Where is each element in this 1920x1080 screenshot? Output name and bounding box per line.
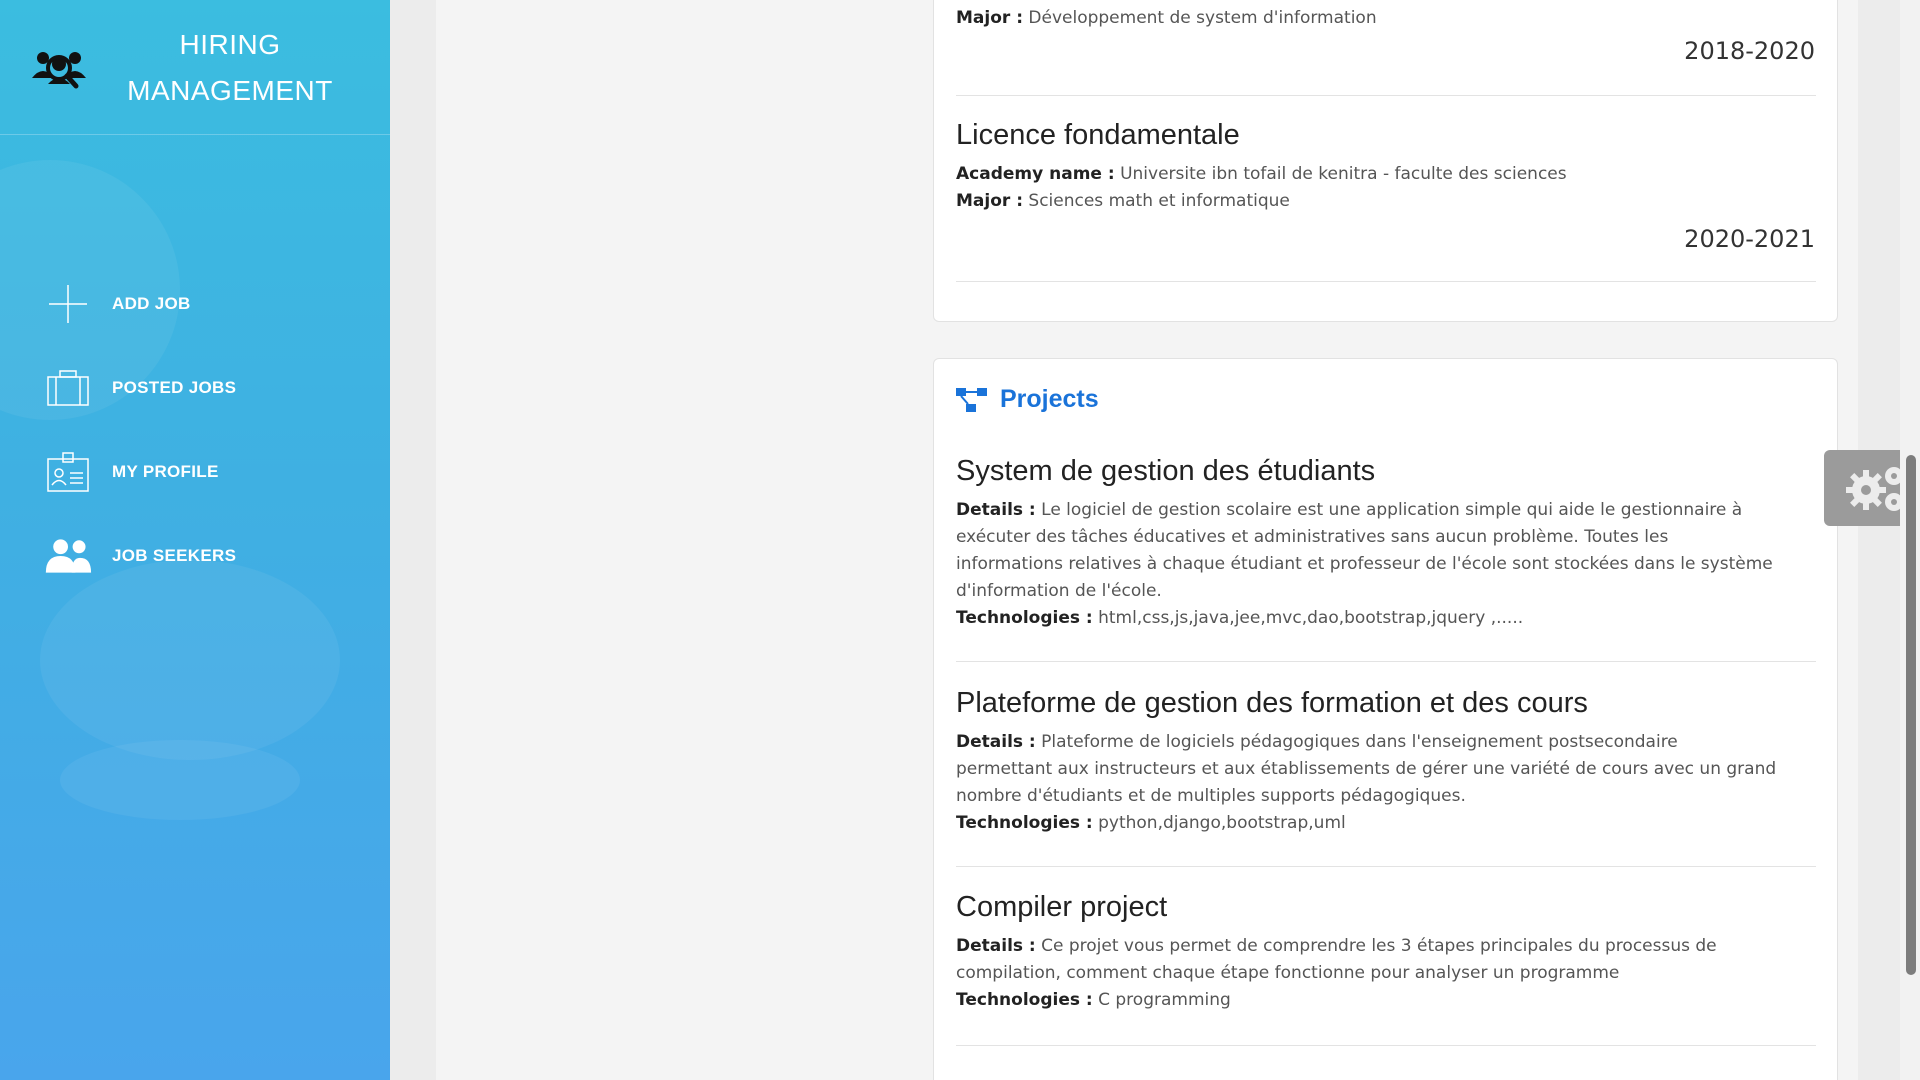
details-text: nombre d'étudiants et de multiples suppo…	[956, 786, 1466, 806]
details-label: Details :	[956, 732, 1036, 752]
sidebar-item-my-profile[interactable]: MY PROFILE	[0, 430, 390, 514]
project-entry: Plateforme de gestion des formation et d…	[956, 687, 1816, 837]
divider	[956, 281, 1816, 282]
plus-icon	[44, 282, 92, 326]
project-details: Details : Plateforme de logiciels pédago…	[956, 729, 1816, 756]
education-card: Major : Développement de system d'inform…	[933, 0, 1838, 322]
project-title: System de gestion des étudiants	[956, 455, 1376, 487]
major-label: Major :	[956, 191, 1023, 211]
background-decoration	[60, 740, 300, 820]
project-title: Plateforme de gestion des formation et d…	[956, 687, 1588, 719]
technologies-label: Technologies :	[956, 608, 1093, 628]
scrollbar-thumb[interactable]	[1906, 455, 1916, 975]
project-entry: System de gestion des étudiants Details …	[956, 455, 1816, 632]
details-text: permettant aux instructeurs et aux établ…	[956, 759, 1777, 779]
project-technologies: Technologies : C programming	[956, 987, 1816, 1014]
sidebar-item-add-job[interactable]: ADD JOB	[0, 262, 390, 346]
education-years: 2018-2020	[1684, 37, 1815, 65]
details-label: Details :	[956, 500, 1036, 520]
project-details: Details : Ce projet vous permet de compr…	[956, 933, 1816, 960]
education-years: 2020-2021	[1684, 225, 1815, 253]
sidebar-item-label: ADD JOB	[112, 294, 191, 313]
brand-line-2: MANAGEMENT	[127, 75, 333, 106]
project-title: Compiler project	[956, 891, 1168, 923]
academy-label: Academy name :	[956, 164, 1115, 184]
academy-line: Academy name : Universite ibn tofail de …	[956, 161, 1816, 188]
project-technologies: Technologies : python,django,bootstrap,u…	[956, 810, 1816, 837]
projects-header: Projects	[956, 385, 1099, 414]
technologies-label: Technologies :	[956, 813, 1093, 833]
major-line: Major : Développement de system d'inform…	[956, 5, 1816, 32]
brand-header: HIRING MANAGEMENT	[0, 0, 390, 135]
education-entry: Major : Développement de system d'inform…	[956, 5, 1816, 32]
details-text: exécuter des tâches éducatives et admini…	[956, 527, 1669, 547]
major-line: Major : Sciences math et informatique	[956, 188, 1816, 215]
education-title: Licence fondamentale	[956, 119, 1240, 151]
users-icon	[44, 534, 92, 578]
project-technologies: Technologies : html,css,js,java,jee,mvc,…	[956, 605, 1816, 632]
sidebar-item-label: JOB SEEKERS	[112, 546, 237, 565]
technologies-value: python,django,bootstrap,uml	[1098, 813, 1346, 833]
details-label: Details :	[956, 936, 1036, 956]
education-entry: Licence fondamentale Academy name : Univ…	[956, 119, 1816, 215]
details-text: compilation, comment chaque étape foncti…	[956, 963, 1620, 983]
details-text: Ce projet vous permet de comprendre les …	[1041, 936, 1717, 956]
sidebar-item-label: POSTED JOBS	[112, 378, 237, 397]
divider	[956, 95, 1816, 96]
divider	[956, 866, 1816, 867]
sidebar-nav: ADD JOB POSTED JOBS MY PROFILE JOB SEEKE…	[0, 262, 390, 598]
details-text: d'information de l'école.	[956, 581, 1162, 601]
id-card-icon	[44, 450, 92, 494]
briefcase-icon	[44, 366, 92, 410]
major-value: Développement de system d'information	[1028, 8, 1377, 28]
projects-card: Projects System de gestion des étudiants…	[933, 358, 1838, 1080]
sidebar-item-label: MY PROFILE	[112, 462, 219, 481]
team-logo-icon	[32, 52, 86, 89]
brand-line-1: HIRING	[179, 29, 281, 60]
divider	[956, 661, 1816, 662]
sidebar-item-posted-jobs[interactable]: POSTED JOBS	[0, 346, 390, 430]
technologies-label: Technologies :	[956, 990, 1093, 1010]
academy-value: Universite ibn tofail de kenitra - facul…	[1120, 164, 1567, 184]
divider	[956, 1045, 1816, 1046]
sidebar: HIRING MANAGEMENT ADD JOB POSTED JOBS MY…	[0, 0, 390, 1080]
details-text: informations relatives à chaque étudiant…	[956, 554, 1773, 574]
gears-icon	[1846, 467, 1903, 511]
brand-title: HIRING MANAGEMENT	[110, 22, 350, 114]
sidebar-item-job-seekers[interactable]: JOB SEEKERS	[0, 514, 390, 598]
sitemap-icon	[956, 387, 987, 412]
major-label: Major :	[956, 8, 1023, 28]
technologies-value: html,css,js,java,jee,mvc,dao,bootstrap,j…	[1098, 608, 1524, 628]
project-entry: Compiler project Details : Ce projet vou…	[956, 891, 1816, 1014]
projects-heading: Projects	[1000, 385, 1099, 413]
project-details: Details : Le logiciel de gestion scolair…	[956, 497, 1816, 524]
technologies-value: C programming	[1098, 990, 1231, 1010]
details-text: Le logiciel de gestion scolaire est une …	[1041, 500, 1743, 520]
details-text: Plateforme de logiciels pédagogiques dan…	[1041, 732, 1678, 752]
major-value: Sciences math et informatique	[1028, 191, 1290, 211]
